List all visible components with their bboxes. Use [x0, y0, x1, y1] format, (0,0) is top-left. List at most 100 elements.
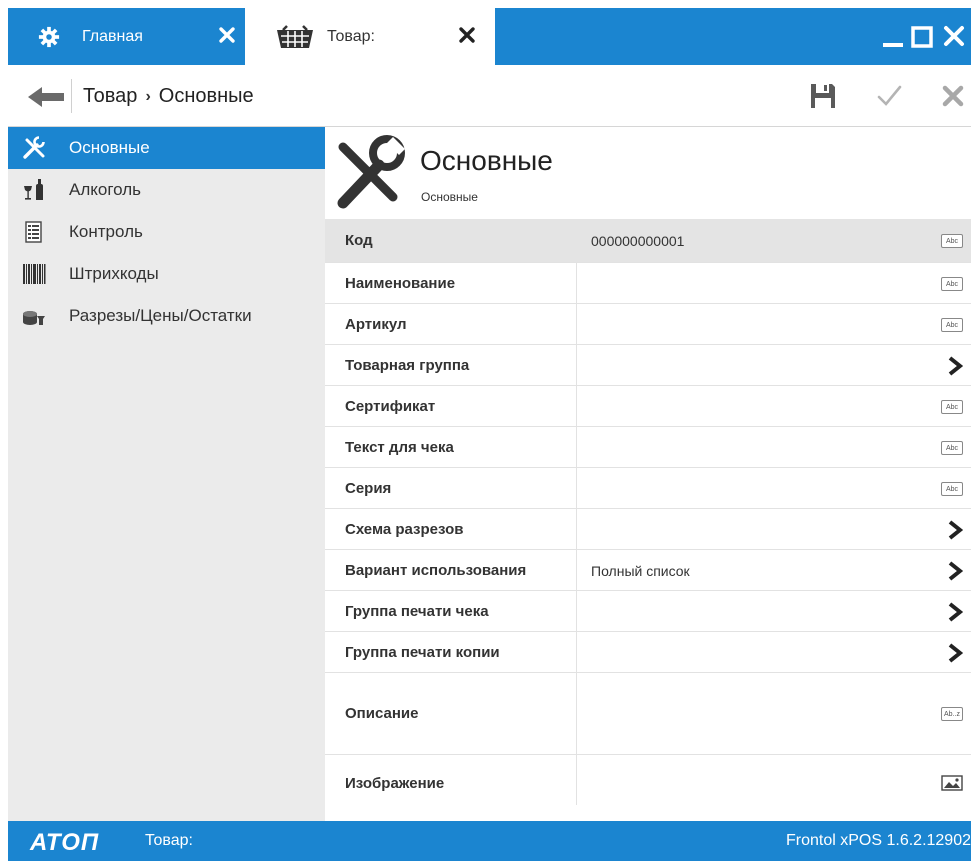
- breadcrumb-current: Основные: [158, 85, 254, 107]
- text-editor-icon[interactable]: Abc: [941, 482, 963, 496]
- maximize-icon[interactable]: [908, 22, 936, 50]
- column-divider: [576, 345, 577, 385]
- section-subtitle: Основные: [421, 190, 478, 204]
- multiline-editor-icon[interactable]: Ab..z: [941, 707, 963, 721]
- checklist-icon: [25, 221, 42, 243]
- text-editor-icon[interactable]: Abc: [941, 441, 963, 455]
- column-divider: [576, 632, 577, 672]
- breadcrumb-toolbar: Товар › Основные: [8, 65, 971, 127]
- aton-logo: АТОП: [30, 829, 100, 856]
- sidebar-item-control[interactable]: Контроль: [8, 211, 325, 253]
- sidebar-item-label: Штрихкоды: [69, 264, 159, 283]
- coins-icon: [23, 311, 45, 325]
- tools-header-icon: [337, 135, 405, 209]
- field-label: Схема разрезов: [345, 521, 464, 538]
- sidebar-item-main[interactable]: Основные: [8, 127, 325, 169]
- close-window-icon[interactable]: [940, 22, 968, 50]
- text-editor-icon[interactable]: Abc: [941, 234, 963, 248]
- column-divider: [576, 386, 577, 426]
- sidebar-item-label: Алкоголь: [69, 180, 142, 199]
- tab-goods[interactable]: Товар:: [245, 8, 495, 65]
- field-label: Описание: [345, 705, 419, 722]
- breadcrumb: Товар › Основные: [83, 85, 254, 108]
- column-divider: [576, 468, 577, 508]
- status-bar: АТОП Товар: Frontol xPOS 1.6.2.12902: [8, 821, 971, 861]
- field-label: Группа печати чека: [345, 603, 489, 620]
- tab-goods-label: Товар:: [327, 28, 375, 45]
- column-divider: [576, 304, 577, 344]
- breadcrumb-root[interactable]: Товар: [83, 85, 137, 108]
- sidebar-item-label: Основные: [69, 138, 150, 157]
- chevron-right-icon[interactable]: [947, 602, 963, 622]
- minimize-icon[interactable]: [879, 22, 907, 50]
- fields-list: Код 000000000001 Abc Наименование Abc Ар…: [325, 219, 971, 805]
- chevron-right-icon[interactable]: [947, 356, 963, 376]
- column-divider: [576, 673, 577, 754]
- cancel-icon[interactable]: [938, 81, 968, 111]
- field-row-name[interactable]: Наименование Abc: [325, 263, 971, 304]
- field-label: Вариант использования: [345, 562, 527, 579]
- sidebar-item-barcodes[interactable]: Штрихкоды: [8, 253, 325, 295]
- status-text: Товар:: [145, 832, 193, 849]
- barcode-icon: [23, 264, 46, 284]
- field-label: Сертификат: [345, 398, 436, 415]
- field-label: Группа печати копии: [345, 644, 500, 661]
- gear-icon: [38, 26, 60, 48]
- column-divider: [576, 263, 577, 303]
- column-divider: [576, 591, 577, 631]
- chevron-right-icon[interactable]: [947, 520, 963, 540]
- tab-home[interactable]: Главная: [8, 8, 245, 65]
- column-divider: [576, 550, 577, 590]
- field-row-image[interactable]: Изображение: [325, 755, 971, 805]
- field-value[interactable]: 000000000001: [591, 233, 684, 249]
- field-row-receipt-text[interactable]: Текст для чека Abc: [325, 427, 971, 468]
- sidebar-item-alcohol[interactable]: Алкоголь: [8, 169, 325, 211]
- field-row-description[interactable]: Описание Ab..z: [325, 673, 971, 755]
- window-top-edge: [0, 0, 971, 8]
- field-label: Текст для чека: [345, 439, 454, 456]
- close-tab-icon[interactable]: [216, 24, 238, 46]
- main-content: Основные Основные Код 000000000001 Abc Н…: [325, 127, 971, 821]
- text-editor-icon[interactable]: Abc: [941, 400, 963, 414]
- sidebar-item-cuts-prices[interactable]: Разрезы/Цены/Остатки: [8, 295, 325, 337]
- field-row-code[interactable]: Код 000000000001 Abc: [325, 219, 971, 263]
- wine-icon: [24, 179, 43, 200]
- back-arrow-icon[interactable]: [26, 83, 68, 111]
- chevron-right-icon[interactable]: [947, 561, 963, 581]
- field-label: Изображение: [345, 775, 445, 792]
- field-row-certificate[interactable]: Сертификат Abc: [325, 386, 971, 427]
- close-tab-icon[interactable]: [456, 24, 478, 46]
- field-row-article[interactable]: Артикул Abc: [325, 304, 971, 345]
- save-icon[interactable]: [808, 81, 838, 111]
- field-row-usage-variant[interactable]: Вариант использования Полный список: [325, 550, 971, 591]
- field-value[interactable]: Полный список: [591, 563, 690, 579]
- sidebar: Основные Алкоголь Контроль Штрихкоды Раз…: [8, 127, 325, 821]
- text-editor-icon[interactable]: Abc: [941, 318, 963, 332]
- app-window: Главная Товар: Товар › Основные Основные…: [0, 0, 971, 861]
- sidebar-item-label: Разрезы/Цены/Остатки: [69, 306, 252, 325]
- chevron-right-icon[interactable]: [947, 643, 963, 663]
- field-row-receipt-print-group[interactable]: Группа печати чека: [325, 591, 971, 632]
- toolbar-divider: [71, 79, 72, 113]
- field-row-product-group[interactable]: Товарная группа: [325, 345, 971, 386]
- column-divider: [576, 755, 577, 805]
- tab-bar: Главная Товар:: [8, 8, 971, 65]
- version-label: Frontol xPOS 1.6.2.12902: [786, 832, 971, 849]
- field-row-copy-print-group[interactable]: Группа печати копии: [325, 632, 971, 673]
- field-label: Товарная группа: [345, 357, 470, 374]
- basket-icon: [277, 25, 313, 48]
- field-row-series[interactable]: Серия Abc: [325, 468, 971, 509]
- text-editor-icon[interactable]: Abc: [941, 277, 963, 291]
- sidebar-item-label: Контроль: [69, 222, 143, 241]
- field-label: Наименование: [345, 275, 456, 292]
- field-label: Артикул: [345, 316, 407, 333]
- column-divider: [576, 509, 577, 549]
- image-picker-icon[interactable]: [941, 775, 963, 791]
- breadcrumb-separator: ›: [145, 87, 151, 105]
- field-label: Серия: [345, 480, 392, 497]
- tools-icon: [23, 136, 45, 159]
- field-label: Код: [345, 232, 373, 249]
- apply-check-icon[interactable]: [874, 81, 904, 111]
- field-row-cut-scheme[interactable]: Схема разрезов: [325, 509, 971, 550]
- section-title: Основные: [420, 145, 553, 176]
